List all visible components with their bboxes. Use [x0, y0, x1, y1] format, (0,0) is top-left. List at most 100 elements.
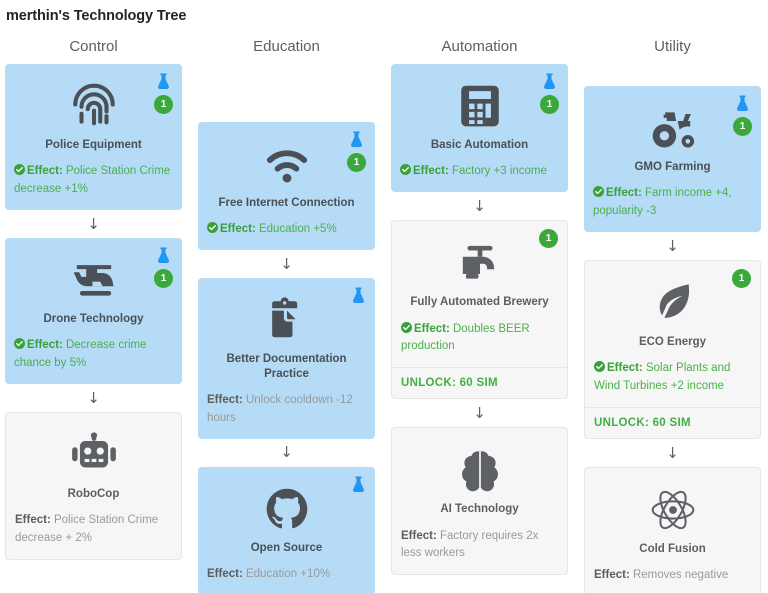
tech-effect: Effect: Solar Plants and Wind Turbines +… [594, 349, 751, 397]
connector-arrow-down-icon: ↓ [280, 443, 293, 462]
effect-label: Effect: [607, 362, 643, 375]
effect-label: Effect: [207, 567, 243, 580]
level-count-badge: 1 [733, 117, 752, 136]
tech-card[interactable]: Open Source Effect: Education +10% [198, 466, 375, 593]
effect-label: Effect: [594, 569, 630, 582]
column-body: 1 Basic Automation Effect: Factory +3 inco… [391, 64, 568, 576]
card-badges: 1 [732, 269, 751, 288]
calculator-icon [400, 78, 559, 134]
tech-card[interactable]: AI Technology Effect: Factory requires 2x… [391, 427, 568, 576]
column-header-control: Control [69, 38, 118, 55]
tech-card[interactable]: 1 Basic Automation Effect: Factory +3 inco… [391, 64, 568, 193]
effect-value: Removes negative [632, 569, 729, 582]
tech-card[interactable]: 1 Free Internet Connection Effect: Educati… [198, 122, 375, 251]
effect-check-icon [401, 321, 414, 335]
column-body: 1 Free Internet Connection Effect: Educati… [198, 64, 375, 593]
effect-check-icon [400, 164, 413, 177]
tech-name: Open Source [250, 541, 323, 554]
tech-card[interactable]: 1 Police Equipment Effect: Police Station … [5, 64, 182, 210]
card-badges: 1 [733, 94, 752, 136]
tech-name: Cold Fusion [639, 543, 706, 555]
wifi-icon [207, 136, 366, 192]
tech-name: Fully Automated Brewery [410, 296, 549, 309]
research-flask-icon [735, 94, 750, 112]
card-body: AI Technology Effect: Factory requires 2x… [392, 428, 567, 574]
faucet-icon [401, 235, 558, 291]
tech-effect: Effect: Factory requires 2x less workers [401, 517, 558, 565]
effect-check-icon [593, 186, 606, 199]
effect-label: Effect: [414, 322, 450, 335]
card-body: Cold Fusion Effect: Removes negative [585, 468, 760, 593]
connector-arrow-down-icon: ↓ [473, 196, 486, 215]
tech-effect: Effect: Removes negative [594, 556, 751, 586]
unlock-requirement: UNLOCK: 60 SIM [585, 407, 760, 438]
tech-name: Better Documentation Practice [226, 353, 347, 380]
effect-label: Effect: [220, 223, 256, 236]
tech-card[interactable]: Better Documentation Practice Effect: Unl… [198, 278, 375, 439]
connector-arrow-down-icon: ↓ [87, 214, 100, 233]
research-flask-icon [351, 286, 366, 304]
leaf-icon [594, 275, 751, 331]
tech-card[interactable]: RoboCop Effect: Police Station Crime decr… [5, 412, 182, 560]
effect-label: Effect: [27, 339, 63, 352]
tech-card[interactable]: 1 Drone Technology Effect: Decrease crime … [5, 238, 182, 384]
effect-label: Effect: [15, 514, 51, 527]
robot-icon [15, 427, 172, 483]
effect-value: Factory +3 income [451, 165, 547, 178]
card-badges [351, 475, 366, 493]
card-body: Better Documentation Practice Effect: Unl… [198, 278, 375, 438]
tech-name: Basic Automation [430, 139, 529, 151]
effect-label: Effect: [27, 165, 63, 178]
technology-tree: Control 1 Police Equipment Effect: Police S… [0, 24, 768, 593]
level-count-badge: 1 [154, 269, 173, 288]
effect-value: Education +10% [245, 567, 331, 580]
effect-label: Effect: [401, 529, 437, 542]
connector-arrow-down-icon: ↓ [666, 443, 679, 462]
column-offset-spacer [584, 64, 761, 86]
connector-arrow-down-icon: ↓ [280, 254, 293, 273]
tech-name: Drone Technology [43, 313, 144, 325]
tech-column-control: Control 1 Police Equipment Effect: Police S… [5, 24, 182, 560]
card-badges: 1 [154, 246, 173, 288]
tech-card[interactable]: 1 ECO Energy Effect: Solar Plants and Wind… [584, 260, 761, 439]
column-header-automation: Automation [441, 38, 518, 55]
tech-effect: Effect: Farm income +4, popularity -3 [593, 174, 752, 222]
tech-name: Police Equipment [45, 139, 142, 151]
card-badges [351, 286, 366, 304]
tech-name: ECO Energy [638, 336, 707, 348]
tech-name: AI Technology [440, 503, 519, 516]
tech-card[interactable]: 1 GMO Farming Effect: Farm income +4, popu… [584, 86, 761, 232]
research-flask-icon [156, 246, 171, 264]
github-icon [207, 481, 366, 537]
atom-icon [594, 482, 751, 538]
effect-label: Effect: [606, 187, 642, 200]
research-flask-icon [156, 72, 171, 90]
tech-card[interactable]: 1 Fully Automated Brewery Effect: Doubles … [391, 220, 568, 400]
level-count-badge: 1 [347, 153, 366, 172]
helicopter-icon [14, 252, 173, 308]
research-flask-icon [349, 130, 364, 148]
unlock-requirement: UNLOCK: 60 SIM [392, 367, 567, 398]
tech-effect: Effect: Doubles BEER production [401, 310, 558, 358]
tech-column-education: Education 1 Free Internet Connection Effect… [198, 24, 375, 593]
level-count-badge: 1 [540, 95, 559, 114]
tech-effect: Effect: Police Station Crime decrease +1… [14, 152, 173, 200]
effect-label: Effect: [207, 393, 243, 406]
research-flask-icon [542, 72, 557, 90]
tech-column-utility: Utility 1 GMO Farming Effect: Farm income +… [584, 24, 761, 593]
tech-effect: Effect: Decrease crime chance by 5% [14, 326, 173, 374]
effect-value: Education +5% [258, 223, 337, 236]
card-body: Open Source Effect: Education +10% [198, 467, 375, 593]
column-offset-spacer [198, 64, 375, 122]
fingerprint-icon [14, 78, 173, 134]
tech-card[interactable]: Cold Fusion Effect: Removes negative [584, 467, 761, 593]
tech-name: GMO Farming [634, 161, 711, 173]
effect-check-icon [594, 361, 607, 374]
connector-arrow-down-icon: ↓ [473, 403, 486, 422]
tech-effect: Effect: Factory +3 income [400, 152, 559, 182]
column-body: 1 GMO Farming Effect: Farm income +4, popu… [584, 64, 761, 593]
level-count-badge: 1 [539, 229, 558, 249]
research-flask-icon [351, 475, 366, 493]
tech-name: RoboCop [67, 488, 120, 500]
card-badges: 1 [539, 229, 558, 249]
